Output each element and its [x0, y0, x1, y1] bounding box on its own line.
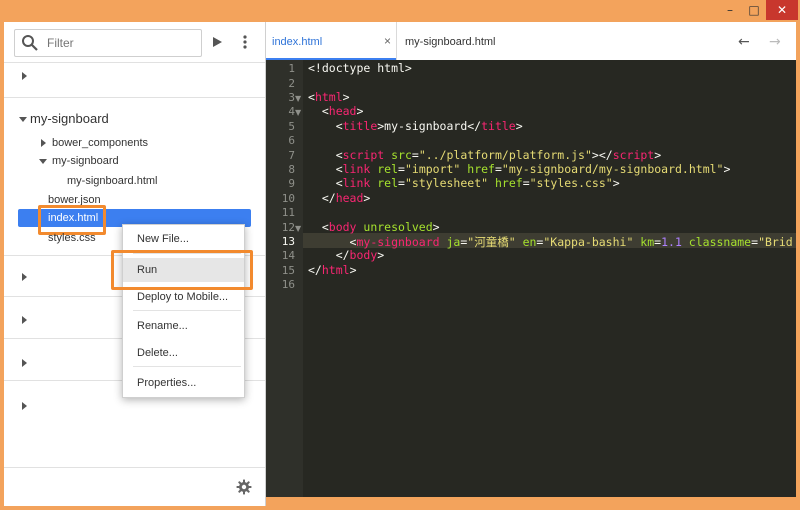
line-number-gutter: 1 2 3 4 5 6 7 8 9 10 11 12 13 14 15 16 ▼…	[266, 60, 303, 497]
code-editor[interactable]: 1 2 3 4 5 6 7 8 9 10 11 12 13 14 15 16 ▼…	[266, 60, 796, 497]
collapsed-folder-caret[interactable]	[22, 273, 27, 281]
menu-item-delete[interactable]: Delete...	[123, 341, 244, 365]
highlight-box-run	[111, 250, 253, 290]
code-line-4: <head>	[308, 104, 364, 118]
close-icon[interactable]: ×	[384, 34, 391, 48]
line-number: 3	[288, 91, 295, 104]
project-title[interactable]: my-signboard	[30, 111, 109, 126]
divider	[4, 62, 265, 63]
collapsed-folder-caret[interactable]	[22, 402, 27, 410]
tab-label: my-signboard.html	[405, 36, 496, 48]
menu-divider	[133, 310, 241, 311]
code-line-7: <script src="../platform/platform.js"></…	[308, 148, 662, 162]
tab-my-signboard-html[interactable]: my-signboard.html	[397, 22, 517, 60]
line-number: 14	[281, 249, 295, 262]
line-number: 2	[288, 77, 295, 90]
more-vertical-icon[interactable]	[237, 32, 253, 52]
line-number: 5	[288, 120, 295, 133]
line-number: 9	[288, 177, 295, 190]
line-number: 8	[288, 163, 295, 176]
highlight-box-index	[38, 205, 106, 235]
expand-caret[interactable]	[19, 117, 27, 122]
close-window-button[interactable]: ✕	[766, 0, 798, 20]
editor-tab-bar: index.html × my-signboard.html ← →	[266, 22, 796, 61]
line-number: 10	[281, 192, 295, 205]
play-icon[interactable]	[207, 32, 227, 52]
line-number: 16	[281, 278, 295, 291]
menu-divider	[133, 366, 241, 367]
code-line-1: <!doctype html>	[308, 61, 412, 75]
line-number: 13	[281, 235, 295, 248]
code-line-15: </html>	[308, 263, 357, 277]
line-number: 1	[288, 62, 295, 75]
line-number: 6	[288, 134, 295, 147]
tab-index-html[interactable]: index.html ×	[266, 22, 397, 60]
collapsed-folder-caret[interactable]	[22, 359, 27, 367]
collapsed-folder-caret[interactable]	[22, 316, 27, 324]
app-window: – □ ✕ my-signboard bower_components my-	[0, 0, 800, 510]
menu-item-properties[interactable]: Properties...	[123, 371, 244, 395]
code-line-12: <body unresolved>	[308, 220, 440, 234]
filter-input[interactable]	[47, 34, 195, 52]
back-arrow-icon[interactable]: ←	[738, 34, 750, 50]
fold-arrow-icon[interactable]: ▼	[295, 94, 301, 103]
filter-box[interactable]	[14, 29, 202, 57]
line-number: 11	[281, 206, 295, 219]
code-line-14: </body>	[308, 248, 385, 262]
code-line-9: <link rel="stylesheet" href="styles.css"…	[308, 176, 620, 190]
line-number: 12	[281, 221, 295, 234]
code-line-5: <title>my-signboard</title>	[308, 119, 523, 133]
folder-caret-open[interactable]	[39, 159, 47, 164]
tree-item-styles-css[interactable]: styles.css	[48, 232, 96, 244]
divider	[4, 97, 265, 98]
divider	[4, 467, 265, 468]
maximize-button[interactable]: □	[742, 0, 766, 20]
line-number: 4	[288, 105, 295, 118]
tree-item-my-signboard-folder[interactable]: my-signboard	[52, 155, 119, 167]
forward-arrow-icon[interactable]: →	[769, 34, 781, 50]
code-line-8: <link rel="import" href="my-signboard/my…	[308, 162, 731, 176]
code-line-3: <html>	[308, 90, 350, 104]
title-bar: – □ ✕	[0, 0, 800, 22]
collapsed-folder-caret[interactable]	[22, 72, 27, 80]
fold-arrow-icon[interactable]: ▼	[295, 224, 301, 233]
fold-arrow-icon[interactable]: ▼	[295, 108, 301, 117]
line-number: 15	[281, 264, 295, 277]
menu-item-new-file[interactable]: New File...	[123, 227, 244, 251]
tree-item-my-signboard-html[interactable]: my-signboard.html	[67, 175, 157, 187]
tab-label: index.html	[272, 36, 323, 48]
minimize-button[interactable]: –	[718, 0, 742, 20]
code-line-10: </head>	[308, 191, 371, 205]
folder-caret[interactable]	[41, 139, 46, 147]
search-icon	[22, 35, 38, 51]
gear-icon[interactable]	[236, 479, 252, 495]
line-number: 7	[288, 149, 295, 162]
menu-item-rename[interactable]: Rename...	[123, 314, 244, 338]
tree-item-bower-components[interactable]: bower_components	[52, 137, 148, 149]
